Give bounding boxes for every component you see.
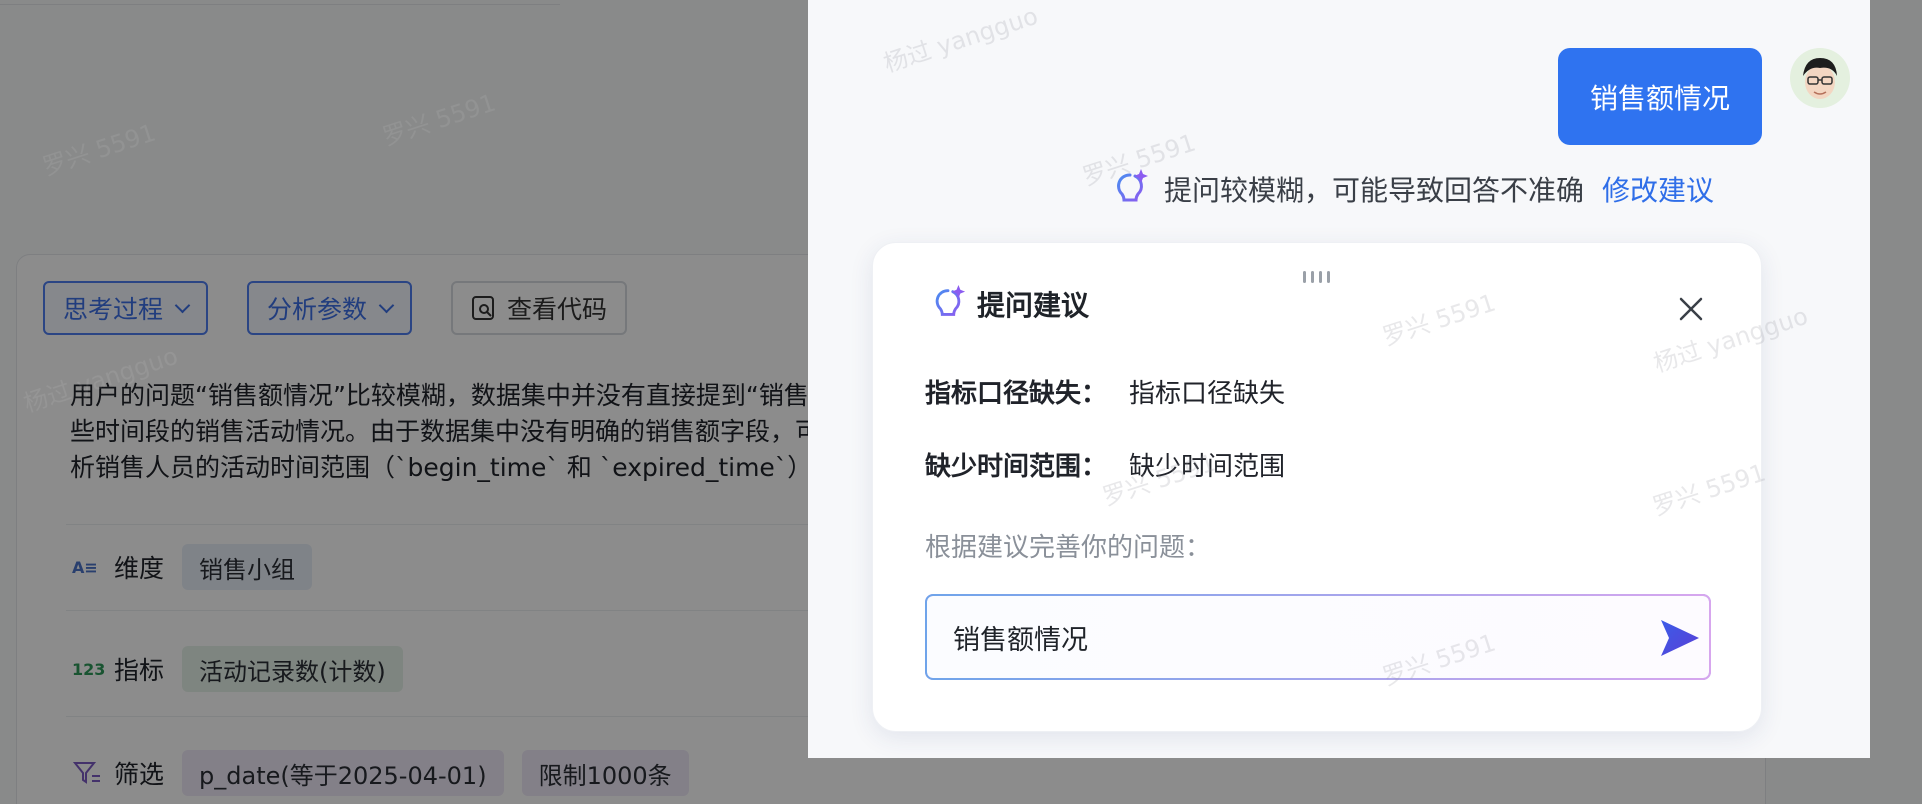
- modify-suggestion-link[interactable]: 修改建议: [1602, 169, 1714, 209]
- issue-value: 指标口径缺失: [1129, 379, 1286, 409]
- refine-question-label: 根据建议完善你的问题：: [925, 533, 1212, 563]
- drag-handle[interactable]: [1303, 271, 1330, 283]
- refine-question-input[interactable]: 销售额情况: [925, 594, 1711, 680]
- user-message-bubble: 销售额情况: [1558, 48, 1762, 145]
- issue-value: 缺少时间范围: [1129, 452, 1286, 482]
- avatar-illustration: [1790, 48, 1850, 108]
- refine-question-value: 销售额情况: [953, 624, 1088, 656]
- issue-time-range: 缺少时间范围： 缺少时间范围: [925, 446, 1285, 483]
- lightbulb-sparkle-icon: [1117, 169, 1148, 207]
- suggestion-title-text: 提问建议: [977, 289, 1090, 322]
- issue-label: 指标口径缺失：: [925, 379, 1108, 409]
- vague-question-hint: 提问较模糊，可能导致回答不准确 修改建议: [1110, 166, 1714, 212]
- lightbulb-sparkle-icon: [935, 285, 966, 321]
- send-icon[interactable]: [1657, 616, 1703, 660]
- question-suggestion-card: 提问建议 指标口径缺失： 指标口径缺失 缺少时间范围： 缺少时间范围 根据建议完…: [872, 242, 1762, 732]
- issue-label: 缺少时间范围：: [925, 452, 1108, 482]
- user-avatar[interactable]: [1790, 48, 1850, 108]
- issue-metric-caliber: 指标口径缺失： 指标口径缺失: [925, 373, 1285, 410]
- user-message-text: 销售额情况: [1589, 81, 1730, 115]
- hint-text: 提问较模糊，可能导致回答不准确: [1164, 174, 1585, 207]
- suggestion-title: 提问建议: [929, 283, 1089, 325]
- close-icon[interactable]: [1677, 295, 1705, 323]
